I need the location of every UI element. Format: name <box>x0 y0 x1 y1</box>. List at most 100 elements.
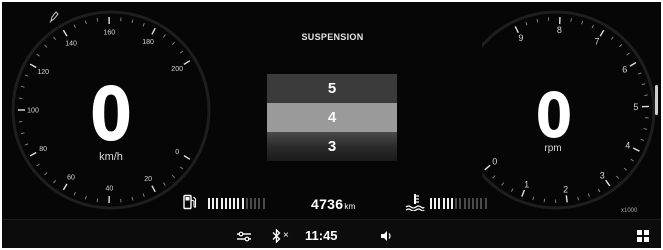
speedometer-major-tick <box>183 154 191 160</box>
tachometer-major-tick <box>599 29 605 37</box>
tachometer-tick-label: 9 <box>518 33 523 43</box>
coolant-temp-segment <box>480 198 483 209</box>
tachometer-minor-tick <box>581 20 584 25</box>
speed-unit: km/h <box>99 151 123 163</box>
speedometer-minor-tick <box>142 23 145 27</box>
page-title: SUSPENSION <box>301 32 364 42</box>
speedometer-minor-tick <box>131 196 134 201</box>
menu-grid-button[interactable] <box>637 220 649 250</box>
fuel-level-segment <box>241 198 244 209</box>
speedometer-minor-tick <box>73 24 76 29</box>
tachometer-minor-tick <box>637 72 642 75</box>
speedometer-minor-tick <box>179 50 184 54</box>
speedometer-tick-label: 160 <box>104 29 116 36</box>
fuel-level-segment <box>254 198 257 209</box>
tachometer-tick-label: 0 <box>492 157 497 167</box>
speedometer-tick-label: 20 <box>144 176 152 183</box>
bluetooth-icon <box>272 228 281 243</box>
tachometer-minor-tick <box>536 18 539 23</box>
speedometer-minor-tick <box>20 132 25 135</box>
volume-icon <box>381 230 391 241</box>
speedometer-tick-label: 80 <box>39 146 47 153</box>
coolant-temp-segment <box>430 198 432 209</box>
instrument-cluster-screen: { "title": "SUSPENSION", "speedometer": … <box>0 0 663 250</box>
speedometer-minor-tick <box>44 172 48 176</box>
fuel-level-segment <box>224 198 227 209</box>
fuel-level-segment <box>212 198 215 209</box>
status-bar: × 11:45 <box>0 219 663 250</box>
speedometer-minor-tick <box>162 34 166 38</box>
speedometer-tick-label: 60 <box>67 174 75 181</box>
tachometer-minor-tick <box>641 83 646 86</box>
tachometer-minor-tick <box>591 24 594 29</box>
tachometer-minor-tick <box>644 94 648 96</box>
coolant-temp-segment <box>459 198 462 209</box>
tachometer-minor-tick <box>492 175 496 179</box>
speedometer-tick-label: 40 <box>105 185 113 192</box>
speedometer-minor-tick <box>84 195 87 200</box>
rpm-unit: rpm <box>544 143 562 154</box>
bluetooth-status[interactable]: × <box>272 220 289 250</box>
tachometer-minor-tick <box>510 188 514 192</box>
fuel-level-segment <box>229 198 231 209</box>
clock: 11:45 <box>305 228 338 243</box>
tachometer-minor-tick <box>610 36 614 40</box>
tachometer-minor-tick <box>501 182 505 186</box>
tachometer-major-tick <box>514 26 519 34</box>
fuel-level-segment <box>220 198 223 209</box>
speedometer-minor-tick <box>36 53 40 57</box>
tachometer-major-tick <box>521 189 526 197</box>
tachometer-tick-label: 1 <box>524 180 529 190</box>
tachometer-major-tick <box>632 147 640 152</box>
tachometer-minor-tick <box>626 52 630 56</box>
speedometer-minor-tick <box>142 193 145 197</box>
fuel-level-segment <box>208 198 210 209</box>
settings-sliders-button[interactable] <box>236 220 252 250</box>
speedometer-minor-tick <box>53 180 57 184</box>
speedometer-major-tick <box>62 183 68 191</box>
fuel-level-segment <box>237 198 240 209</box>
speedometer-major-tick <box>183 60 191 66</box>
rpm-value: 0 <box>535 79 573 152</box>
suspension-option[interactable]: 3 <box>267 132 397 161</box>
speedometer-minor-tick <box>96 198 99 203</box>
suspension-level-selector[interactable]: 5 4 3 <box>267 74 397 164</box>
coolant-temp-segment <box>438 198 441 209</box>
suspension-option[interactable]: 5 <box>267 74 397 103</box>
volume-button[interactable] <box>380 220 392 250</box>
coolant-temp-segment <box>467 198 470 209</box>
speedometer-minor-tick <box>20 85 25 88</box>
grid-menu-icon <box>637 229 649 242</box>
tachometer-minor-tick <box>532 196 535 201</box>
speedometer-major-tick <box>29 151 37 157</box>
speedometer-tick-label: 180 <box>142 39 154 46</box>
suspension-option-selected[interactable]: 4 <box>267 103 397 132</box>
coolant-temp-icon <box>405 194 425 211</box>
tachometer-minor-tick <box>587 193 590 197</box>
speedometer-tick-label: 120 <box>37 69 49 76</box>
coolant-temp-segment <box>484 198 487 209</box>
speedometer-minor-tick <box>53 36 57 40</box>
fuel-level-segment <box>262 198 265 209</box>
speedometer-minor-tick <box>179 166 184 170</box>
settings-sliders-icon <box>237 231 251 241</box>
coolant-temp-segment <box>472 198 474 209</box>
coolant-temp-segment <box>455 198 458 209</box>
tachometer-tick-label: 7 <box>595 36 600 46</box>
tachometer-major-tick <box>565 195 568 203</box>
tachometer-minor-tick <box>577 196 579 201</box>
tachometer-minor-tick <box>616 175 620 179</box>
speedometer-minor-tick <box>131 19 134 24</box>
tachometer-minor-tick <box>640 138 645 141</box>
coolant-temp-segment <box>476 198 479 209</box>
tachometer-tick-label: 4 <box>625 140 630 150</box>
speedometer-minor-tick <box>44 44 48 48</box>
speedometer-major-tick <box>29 63 37 69</box>
fuel-level-segment <box>250 198 252 209</box>
speedometer-minor-tick <box>171 41 175 46</box>
speedometer-minor-tick <box>84 20 87 25</box>
tachometer-tick-label: 6 <box>622 64 627 74</box>
fuel-level-segment <box>216 198 219 209</box>
speedometer-minor-tick <box>171 174 175 179</box>
odometer-value: 4736 <box>311 196 344 212</box>
